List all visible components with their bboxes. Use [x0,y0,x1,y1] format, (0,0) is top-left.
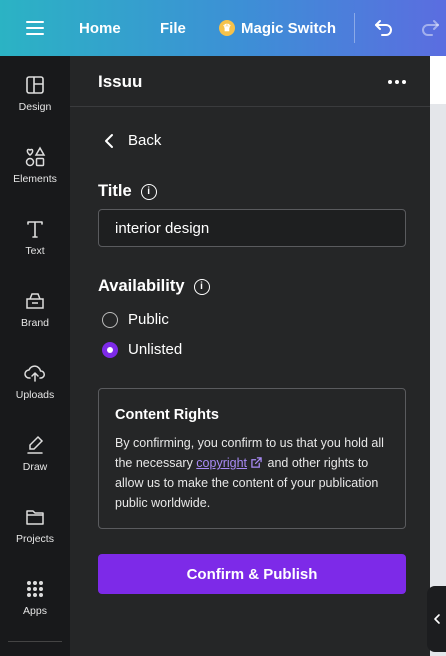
rail-label-design: Design [18,101,52,113]
radio-checked-icon[interactable] [102,341,118,358]
info-icon[interactable]: i [140,183,157,200]
home-button[interactable]: Home [79,0,121,56]
rail-divider [8,641,62,642]
cloud-upload-icon [24,365,45,382]
radio-public-label: Public [128,311,169,328]
toolbar-divider [354,13,355,43]
panel-title: Issuu [98,72,143,91]
title-label: Title i [98,182,157,201]
radio-unlisted-label: Unlisted [128,341,183,358]
content-rights-box: Content Rights By confirming, you confir… [98,388,406,529]
content-rights-text: By confirming, you confirm to us that yo… [115,433,395,513]
undo-button[interactable] [372,0,396,56]
crown-icon: ♛ [219,20,235,36]
rail-item-brand[interactable]: Brand [0,290,70,354]
title-input[interactable] [98,209,406,247]
undo-icon [375,20,392,36]
radio-unlisted[interactable]: Unlisted [102,341,182,358]
info-icon[interactable]: i [193,278,210,295]
back-label: Back [128,132,162,149]
shapes-icon [25,146,46,167]
folder-icon [26,510,44,525]
hamburger-icon[interactable] [26,21,44,35]
title-label-text: Title [98,182,132,200]
radio-public[interactable]: Public [102,311,169,328]
external-link-icon[interactable] [251,457,262,468]
rail-label-apps: Apps [23,605,47,617]
confirm-publish-button[interactable]: Confirm & Publish [98,554,406,594]
canvas-page-edge [430,56,446,104]
side-rail: Design Elements Text Brand Uploads Draw [0,56,70,656]
magic-switch-button[interactable]: ♛ Magic Switch [219,0,336,56]
rail-label-uploads: Uploads [15,389,55,401]
grid-icon [27,581,43,597]
home-label: Home [79,19,121,37]
rail-label-projects: Projects [16,533,54,545]
canvas-edge [430,56,446,656]
copyright-link[interactable]: copyright [196,456,247,470]
chevron-left-icon [105,133,113,148]
collapse-panel-button[interactable] [427,586,446,652]
back-button[interactable]: Back [104,132,161,149]
more-options-icon[interactable] [388,80,406,84]
rail-item-uploads[interactable]: Uploads [0,362,70,426]
chevron-left-icon [433,614,440,624]
rail-label-brand: Brand [20,317,50,329]
rail-label-text: Text [25,245,45,257]
rail-item-elements[interactable]: Elements [0,146,70,210]
magic-switch-label: Magic Switch [241,19,337,37]
radio-unchecked-icon[interactable] [102,311,118,328]
brand-icon [26,293,44,309]
top-bar: Home File ♛ Magic Switch [0,0,446,56]
rail-item-draw[interactable]: Draw [0,434,70,498]
availability-label: Availability i [98,277,210,296]
rail-item-projects[interactable]: Projects [0,506,70,570]
rail-label-draw: Draw [22,461,48,473]
redo-button[interactable] [418,0,442,56]
rail-item-apps[interactable]: Apps [0,578,70,642]
pen-icon [27,435,44,454]
file-menu-button[interactable]: File [160,0,186,56]
rail-item-design[interactable]: Design [0,74,70,138]
layout-icon [26,76,44,94]
text-icon [27,221,43,238]
panel-header: Issuu [70,56,430,107]
availability-label-text: Availability [98,277,185,295]
file-label: File [160,19,186,37]
issuu-panel: Issuu Back Title i Availability i Public… [70,56,430,656]
content-rights-heading: Content Rights [115,407,219,423]
rail-item-text[interactable]: Text [0,218,70,282]
redo-icon [422,20,439,36]
rail-label-elements: Elements [13,173,57,185]
